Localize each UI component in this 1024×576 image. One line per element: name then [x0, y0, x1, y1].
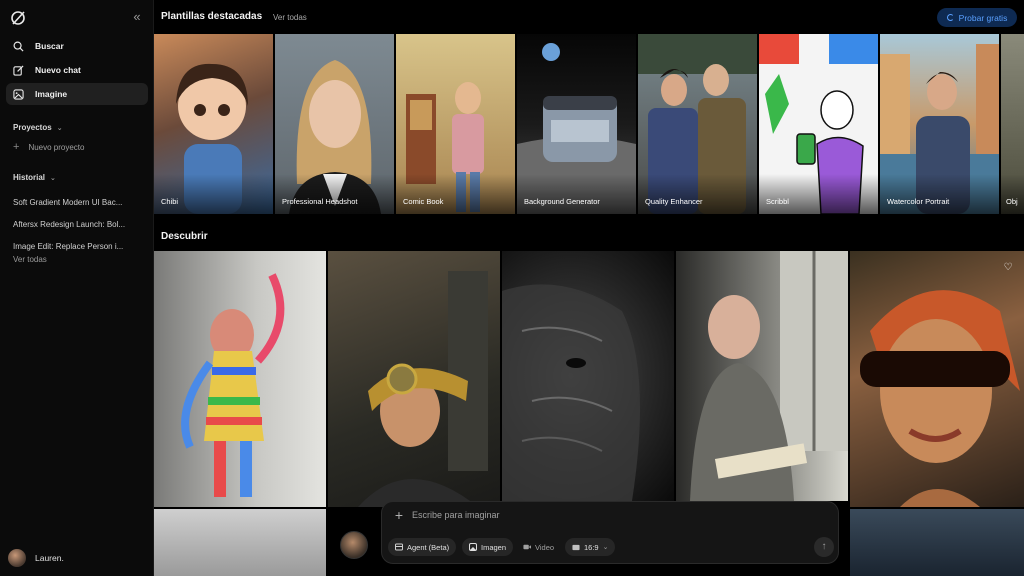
history-see-all-link[interactable]: Ver todas — [13, 255, 47, 264]
discover-thumbnail — [181, 273, 285, 497]
video-icon — [523, 543, 531, 551]
template-label: Scribbl — [766, 197, 789, 206]
prompt-composer: + Agent (Beta) Imagen Video 16:9 ⌄ ↑ — [381, 501, 839, 564]
template-label: Quality Enhancer — [645, 197, 703, 206]
send-button[interactable]: ↑ — [814, 537, 834, 557]
discover-card[interactable] — [676, 251, 848, 501]
discover-card[interactable] — [154, 251, 326, 507]
card-shade — [759, 174, 878, 214]
nav-item-imagine[interactable]: Imagine — [6, 83, 148, 105]
history-item[interactable]: Soft Gradient Modern UI Bac... — [13, 192, 137, 214]
templates-carousel: Chibi Professional Headshot Comic Book B… — [154, 34, 1024, 214]
sidebar: « Buscar Nuevo chat Imagine Proyectos ⌄ … — [0, 0, 154, 576]
user-menu[interactable]: Lauren. — [8, 549, 64, 567]
discover-card[interactable] — [502, 251, 674, 501]
card-shade — [517, 174, 636, 214]
nav-item-label: Imagine — [35, 89, 68, 99]
template-card-quality[interactable]: Quality Enhancer — [638, 34, 757, 214]
edit-icon — [12, 64, 24, 76]
discover-thumbnail — [690, 251, 848, 501]
search-icon — [12, 40, 24, 52]
image-icon — [469, 543, 477, 551]
nav-item-label: Buscar — [35, 41, 64, 51]
template-card-comic[interactable]: Comic Book — [396, 34, 515, 214]
chevron-down-icon: ⌄ — [50, 174, 56, 182]
discover-card[interactable] — [850, 251, 1024, 507]
page-title: Plantillas destacadas — [161, 11, 263, 22]
discover-title: Descubrir — [161, 231, 208, 242]
collapse-sidebar-icon[interactable]: « — [130, 10, 144, 24]
main-content: Plantillas destacadas Ver todas Probar g… — [154, 0, 1024, 576]
projects-section-toggle[interactable]: Proyectos ⌄ — [13, 123, 63, 132]
plus-icon[interactable]: + — [392, 508, 406, 522]
template-label: Obj — [1006, 197, 1018, 206]
history-section-toggle[interactable]: Historial ⌄ — [13, 173, 56, 182]
template-card-chibi[interactable]: Chibi — [154, 34, 273, 214]
sidebar-nav: Buscar Nuevo chat Imagine — [6, 35, 148, 107]
card-shade — [638, 174, 757, 214]
discover-thumbnail — [502, 284, 640, 501]
template-label: Background Generator — [524, 197, 600, 206]
avatar[interactable] — [340, 531, 368, 559]
discover-card[interactable] — [850, 509, 1024, 576]
discover-thumbnail — [860, 290, 1020, 507]
history-item[interactable]: Aftersx Redesign Launch: Bol... — [13, 214, 137, 236]
chip-label: Imagen — [481, 542, 507, 552]
template-label: Comic Book — [403, 197, 444, 206]
template-label: Chibi — [161, 197, 179, 206]
agent-beta-chip[interactable]: Agent (Beta) — [388, 538, 457, 556]
templates-see-all-link[interactable]: Ver todas — [273, 13, 307, 22]
chip-label: Agent (Beta) — [407, 542, 450, 552]
plus-icon: + — [13, 141, 20, 153]
template-card-headshot[interactable]: Professional Headshot — [275, 34, 394, 214]
new-project-button[interactable]: + Nuevo proyecto — [13, 141, 84, 153]
new-project-label: Nuevo proyecto — [28, 142, 85, 152]
history-list: Soft Gradient Modern UI Bac... Aftersx R… — [13, 192, 137, 258]
avatar — [8, 549, 26, 567]
nav-item-search[interactable]: Buscar — [6, 35, 148, 57]
aspect-icon — [572, 543, 580, 551]
card-shade — [880, 174, 999, 214]
chevron-down-icon: ⌄ — [602, 544, 609, 551]
image-mode-chip[interactable]: Imagen — [462, 538, 514, 556]
try-free-label: Probar gratis — [958, 12, 1008, 23]
heart-icon[interactable]: ♡ — [1002, 262, 1014, 274]
discover-thumbnail — [358, 271, 488, 507]
logo-icon[interactable] — [10, 10, 26, 26]
prompt-input[interactable] — [412, 510, 772, 520]
chevron-down-icon: ⌄ — [56, 124, 63, 132]
projects-label: Proyectos — [13, 123, 52, 132]
chip-label: 16:9 — [584, 542, 599, 552]
nav-item-label: Nuevo chat — [35, 65, 81, 75]
discover-card[interactable] — [328, 251, 500, 507]
user-name: Lauren. — [35, 553, 64, 563]
card-shade — [154, 174, 273, 214]
card-shade — [396, 174, 515, 214]
video-mode-chip[interactable]: Video — [516, 538, 561, 556]
try-free-button[interactable]: Probar gratis — [937, 8, 1017, 27]
template-card-scribbl[interactable]: Scribbl — [759, 34, 878, 214]
discover-card[interactable] — [154, 509, 326, 576]
template-label: Professional Headshot — [282, 197, 358, 206]
template-card-background[interactable]: Background Generator — [517, 34, 636, 214]
image-icon — [12, 88, 24, 100]
card-shade — [1001, 174, 1024, 214]
spinner-icon — [946, 14, 954, 21]
template-card-obj[interactable]: Obj — [1001, 34, 1024, 214]
card-shade — [275, 174, 394, 214]
aspect-ratio-select[interactable]: 16:9 ⌄ — [565, 538, 616, 556]
template-label: Watercolor Portrait — [887, 197, 950, 206]
nav-item-new-chat[interactable]: Nuevo chat — [6, 59, 148, 81]
agent-icon — [395, 543, 403, 551]
history-label: Historial — [13, 173, 46, 182]
template-card-watercolor[interactable]: Watercolor Portrait — [880, 34, 999, 214]
chip-label: Video — [535, 542, 555, 552]
